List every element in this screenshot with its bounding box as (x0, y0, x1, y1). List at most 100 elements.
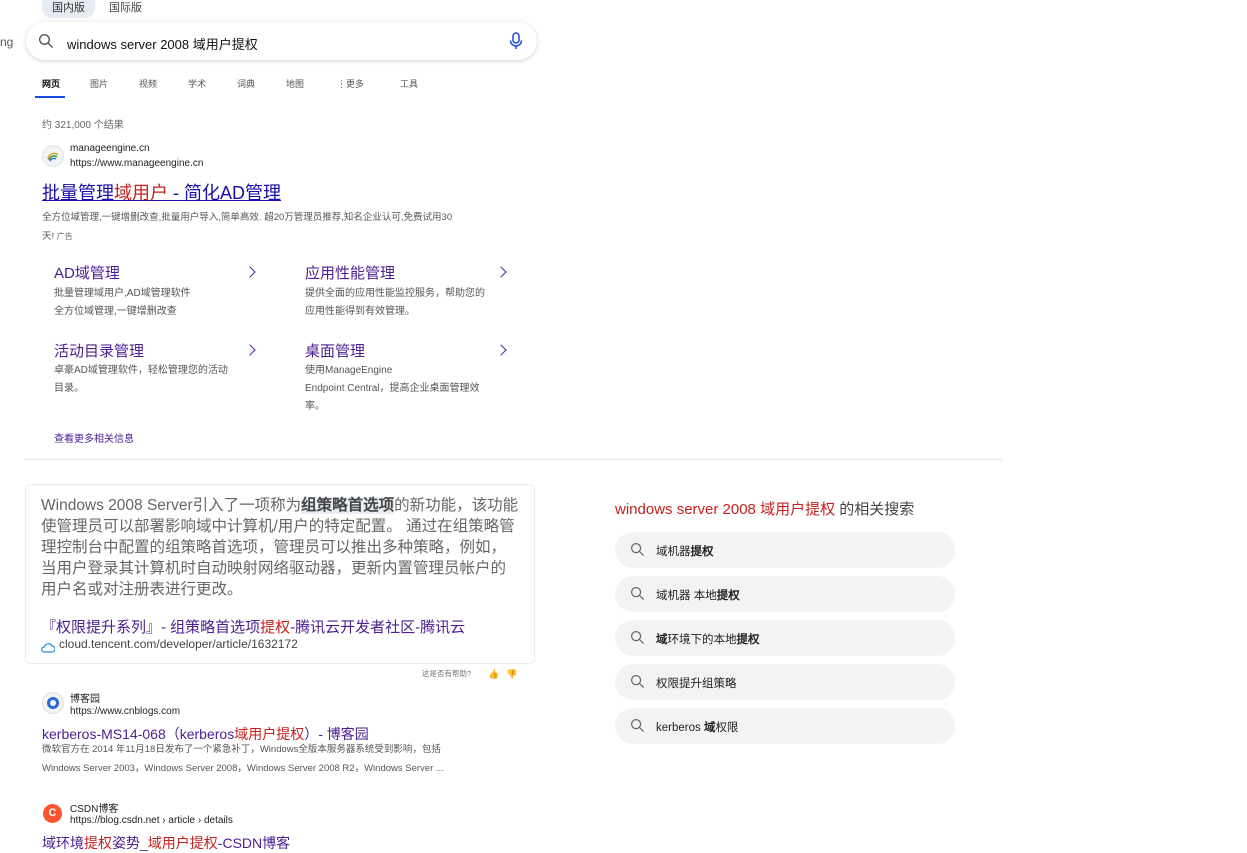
ad-title-part: 批量管理 (42, 183, 114, 203)
sitelink-desc-line: 批量管理域用户,AD域管理软件 (54, 288, 191, 299)
result-count: 约 321,000 个结果 (42, 120, 124, 131)
related-search-label: 域机器提权 (656, 543, 714, 559)
ad-title-part: - 简化AD管理 (168, 183, 282, 203)
ad-snippet-text: 天! (42, 231, 55, 242)
result-title-link[interactable]: 域环境提权姿势_域用户提权-CSDN博客 (42, 833, 290, 853)
tencent-cloud-icon (41, 640, 56, 658)
related-query: windows server 2008 域用户提权 (615, 501, 836, 518)
related-search-label: 域机器 本地提权 (656, 587, 740, 603)
microphone-icon[interactable] (509, 32, 523, 55)
helpful-prompt: 这是否有帮助? (422, 669, 472, 678)
result-title-part: -CSDN博客 (217, 835, 291, 851)
tab-more-label: 更多 (346, 79, 365, 89)
search-box[interactable]: windows server 2008 域用户提权 (26, 22, 537, 60)
related-bold: 提权 (736, 634, 760, 646)
related-search-item[interactable]: 域环境下的本地提权 (615, 620, 955, 656)
see-more-link[interactable]: 查看更多相关信息 (54, 430, 134, 445)
result-snippet: 微软官方在 2014 年11月18日发布了一个紧急补丁，Windows全版本服务… (42, 740, 522, 778)
sitelink-desc: 卓豪AD域管理软件，轻松管理您的活动 目录。 (54, 362, 228, 398)
related-search-item[interactable]: kerberos 域权限 (615, 708, 955, 744)
result-title-highlight: 提权 (84, 835, 112, 851)
result-snippet-line: 微软官方在 2014 年11月18日发布了一个紧急补丁，Windows全版本服务… (42, 744, 441, 755)
tab-maps[interactable]: 地图 (286, 77, 304, 90)
related-title-rest: 的相关搜索 (835, 501, 915, 518)
related-search-item[interactable]: 域机器 本地提权 (615, 576, 955, 612)
sitelink-ad-domain[interactable]: AD域管理 (54, 262, 120, 283)
search-icon (630, 586, 645, 606)
search-icon (630, 630, 645, 650)
result-url[interactable]: https://www.cnblogs.com (70, 706, 180, 717)
tab-videos[interactable]: 视频 (139, 77, 157, 90)
answer-text: Windows 2008 Server引入了一项称为组策略首选项的新功能，该功能… (41, 495, 519, 600)
tab-academic[interactable]: 学术 (188, 77, 206, 90)
related-search-label: kerberos 域权限 (656, 719, 738, 735)
ad-title-highlight: 域用户 (114, 183, 168, 203)
related-search-item[interactable]: 域机器提权 (615, 532, 955, 568)
tab-more[interactable]: ⋮更多 (337, 77, 364, 90)
ad-url[interactable]: https://www.manageengine.cn (70, 158, 203, 169)
answer-source-link[interactable]: 『权限提升系列』- 组策略首选项提权-腾讯云开发者社区-腾讯云 (41, 616, 465, 637)
sitelink-desc-line: 目录。 (54, 383, 84, 394)
manageengine-favicon (42, 145, 64, 167)
search-icon (630, 674, 645, 694)
related-search-label: 权限提升组策略 (656, 678, 737, 690)
ad-snippet-line: 天! 广告 (42, 227, 532, 246)
related-search-label: 域环境下的本地提权 (656, 631, 760, 647)
chevron-right-icon[interactable] (244, 266, 256, 278)
cnblogs-favicon (42, 692, 64, 714)
tab-tools[interactable]: 工具 (400, 77, 418, 90)
related-part: 域机器 (656, 546, 691, 558)
cut-off-logo-text: ng (0, 35, 14, 49)
more-dots-icon: ⋮ (337, 79, 346, 89)
related-bold: 提权 (716, 590, 740, 602)
sitelink-app-performance[interactable]: 应用性能管理 (305, 262, 395, 283)
tab-images[interactable]: 图片 (90, 77, 108, 90)
sitelink-desc: 批量管理域用户,AD域管理软件 全方位域管理,一键增删改查 (54, 285, 191, 321)
sitelink-desktop[interactable]: 桌面管理 (305, 340, 365, 361)
related-bold: 提权 (690, 546, 714, 558)
chevron-right-icon[interactable] (495, 344, 507, 356)
tab-domestic[interactable]: 国内版 (42, 0, 95, 18)
answer-link-highlight: 提权 (260, 619, 291, 636)
sitelink-desc-line: 提供全面的应用性能监控服务，帮助您的 (305, 288, 485, 299)
result-title-highlight: 域用户提权 (147, 835, 218, 851)
result-snippet-line: Windows Server 2003，Windows Server 2008，… (42, 763, 444, 774)
tab-international[interactable]: 国际版 (99, 0, 152, 18)
sitelink-desc-line: 卓豪AD域管理软件，轻松管理您的活动 (54, 365, 228, 376)
ad-title-link[interactable]: 批量管理域用户 - 简化AD管理 (42, 179, 281, 205)
result-site-name: CSDN博客 (70, 804, 119, 815)
related-search-item[interactable]: 权限提升组策略 (615, 664, 955, 700)
sitelink-desc-line: Endpoint Central，提高企业桌面管理效 (305, 383, 480, 394)
result-url[interactable]: https://blog.csdn.net › article › detail… (70, 815, 233, 826)
tab-web[interactable]: 网页 (42, 77, 60, 90)
result-site-name: 博客园 (70, 694, 100, 705)
thumbs-up-icon[interactable]: 👍 (488, 669, 499, 680)
sitelink-desc-line: 全方位域管理,一键增删改查 (54, 306, 177, 317)
chevron-right-icon[interactable] (244, 344, 256, 356)
related-bold: 域 (703, 722, 716, 734)
thumbs-down-icon[interactable]: 👎 (506, 669, 517, 680)
related-part: 域机器 本地 (656, 590, 717, 602)
related-part: kerberos (656, 722, 704, 734)
search-input[interactable]: windows server 2008 域用户提权 (67, 34, 258, 53)
answer-highlight: 组策略首选项 (301, 497, 395, 514)
related-part: 环境下的本地 (667, 634, 737, 646)
tab-dictionary[interactable]: 词典 (237, 77, 255, 90)
active-tab-indicator (35, 96, 65, 98)
ad-site-name: manageengine.cn (70, 143, 150, 154)
divider (25, 459, 1002, 460)
search-icon[interactable] (38, 33, 54, 54)
answer-text-part: Windows 2008 Server引入了一项称为 (41, 497, 302, 514)
related-part: 权限 (715, 722, 739, 734)
chevron-right-icon[interactable] (495, 266, 507, 278)
search-icon (630, 718, 645, 738)
sitelink-desc-line: 使用ManageEngine (305, 365, 393, 376)
sitelink-active-directory[interactable]: 活动目录管理 (54, 340, 144, 361)
ad-label: 广告 (56, 232, 73, 241)
answer-link-part: -腾讯云开发者社区-腾讯云 (290, 619, 466, 636)
sitelink-desc: 提供全面的应用性能监控服务，帮助您的 应用性能得到有效管理。 (305, 285, 485, 321)
sitelink-desc-line: 应用性能得到有效管理。 (305, 306, 415, 317)
ad-snippet-line: 全方位域管理,一键增删改查,批量用户导入,简单高效. 超20万管理员推荐,知名企… (42, 212, 453, 223)
sitelink-desc: 使用ManageEngine Endpoint Central，提高企业桌面管理效… (305, 362, 480, 416)
answer-url[interactable]: cloud.tencent.com/developer/article/1632… (59, 637, 298, 651)
